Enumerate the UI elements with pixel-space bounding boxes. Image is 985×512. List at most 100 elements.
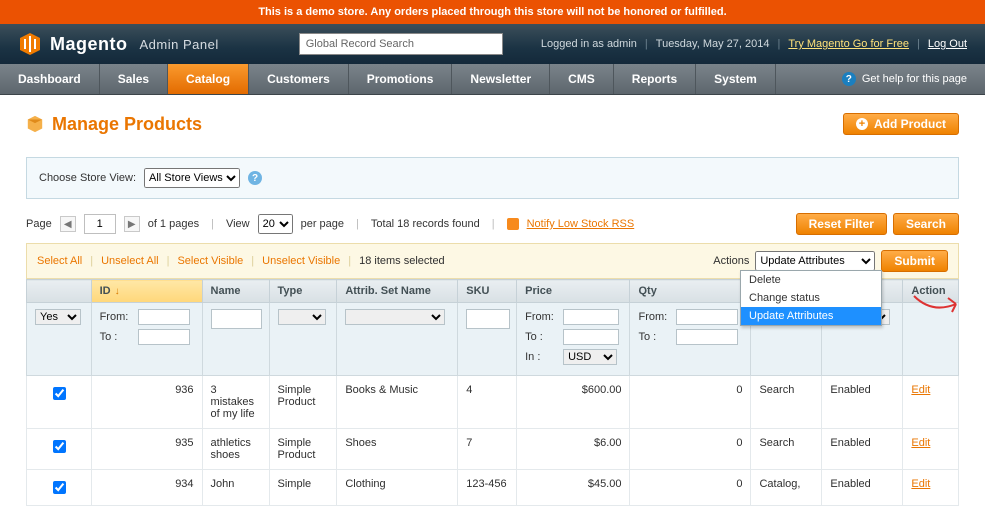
filter-currency[interactable]: USD xyxy=(563,349,617,365)
to-label: To : xyxy=(638,331,676,343)
filter-id-to[interactable] xyxy=(138,329,190,345)
nav-promotions[interactable]: Promotions xyxy=(349,64,453,94)
select-visible-link[interactable]: Select Visible xyxy=(177,255,243,267)
nav-dashboard[interactable]: Dashboard xyxy=(0,64,100,94)
filter-attrib-set[interactable] xyxy=(345,309,445,325)
actions-select[interactable]: Update Attributes xyxy=(755,251,875,271)
cell-id: 934 xyxy=(91,470,202,506)
per-page-select[interactable]: 20 xyxy=(258,214,293,234)
cell-qty: 0 xyxy=(630,429,751,470)
filter-sku[interactable] xyxy=(466,309,510,329)
selection-bar: Select All| Unselect All| Select Visible… xyxy=(26,243,959,279)
store-view-bar: Choose Store View: All Store Views ? xyxy=(26,157,959,199)
action-option-delete[interactable]: Delete xyxy=(741,271,881,289)
callout-arrow-icon xyxy=(912,294,962,322)
add-product-label: Add Product xyxy=(874,117,946,131)
low-stock-rss-link[interactable]: Notify Low Stock RSS xyxy=(527,218,635,230)
col-sku[interactable]: SKU xyxy=(458,280,517,303)
in-label: In : xyxy=(525,351,563,363)
magento-logo-icon xyxy=(18,32,42,56)
plus-icon: + xyxy=(856,118,868,130)
prev-page-button[interactable]: ◀ xyxy=(60,216,76,232)
try-magento-link[interactable]: Try Magento Go for Free xyxy=(788,38,909,50)
logo[interactable]: Magento Admin Panel xyxy=(18,32,219,56)
add-product-button[interactable]: + Add Product xyxy=(843,113,959,135)
filter-id-from[interactable] xyxy=(138,309,190,325)
filter-price-to[interactable] xyxy=(563,329,619,345)
cell-sku: 4 xyxy=(458,376,517,429)
filter-qty-from[interactable] xyxy=(676,309,738,325)
demo-notice: This is a demo store. Any orders placed … xyxy=(0,0,985,24)
nav-reports[interactable]: Reports xyxy=(614,64,696,94)
col-attrib-set[interactable]: Attrib. Set Name xyxy=(337,280,458,303)
store-view-select[interactable]: All Store Views xyxy=(144,168,240,188)
cube-icon xyxy=(26,115,44,133)
cell-qty: 0 xyxy=(630,376,751,429)
edit-link[interactable]: Edit xyxy=(911,384,930,396)
unselect-all-link[interactable]: Unselect All xyxy=(101,255,158,267)
reset-filter-button[interactable]: Reset Filter xyxy=(796,213,887,235)
submit-button[interactable]: Submit xyxy=(881,250,948,272)
to-label: To : xyxy=(525,331,563,343)
cell-type: Simple Product xyxy=(269,376,337,429)
total-records: Total 18 records found xyxy=(371,218,480,230)
header-date: Tuesday, May 27, 2014 xyxy=(656,38,770,50)
table-row[interactable]: 934 John Simple Clothing 123-456 $45.00 … xyxy=(27,470,959,506)
nav-newsletter[interactable]: Newsletter xyxy=(452,64,550,94)
cell-vis: Catalog, xyxy=(751,470,822,506)
row-checkbox[interactable] xyxy=(53,387,66,400)
pager-bar: Page ◀ ▶ of 1 pages | View 20 per page |… xyxy=(26,213,959,235)
cell-aset: Clothing xyxy=(337,470,458,506)
nav-cms[interactable]: CMS xyxy=(550,64,614,94)
cell-price: $600.00 xyxy=(517,376,630,429)
col-name[interactable]: Name xyxy=(202,280,269,303)
logout-link[interactable]: Log Out xyxy=(928,38,967,50)
cell-aset: Books & Music xyxy=(337,376,458,429)
col-id[interactable]: ID↓ xyxy=(91,280,202,303)
action-option-change-status[interactable]: Change status xyxy=(741,289,881,307)
items-selected-count: 18 items selected xyxy=(359,255,445,267)
page-label: Page xyxy=(26,218,52,230)
col-type[interactable]: Type xyxy=(269,280,337,303)
unselect-visible-link[interactable]: Unselect Visible xyxy=(262,255,340,267)
filter-price-from[interactable] xyxy=(563,309,619,325)
filter-massaction[interactable]: Yes xyxy=(35,309,81,325)
search-button[interactable]: Search xyxy=(893,213,959,235)
view-label: View xyxy=(226,218,250,230)
select-all-link[interactable]: Select All xyxy=(37,255,82,267)
filter-qty-to[interactable] xyxy=(676,329,738,345)
nav-system[interactable]: System xyxy=(696,64,776,94)
action-option-update-attributes[interactable]: Update Attributes xyxy=(741,307,881,325)
next-page-button[interactable]: ▶ xyxy=(124,216,140,232)
main-nav: Dashboard Sales Catalog Customers Promot… xyxy=(0,64,985,95)
page-input[interactable] xyxy=(84,214,116,234)
cell-sku: 123-456 xyxy=(458,470,517,506)
per-page-suffix: per page xyxy=(301,218,344,230)
table-row[interactable]: 936 3 mistakes of my life Simple Product… xyxy=(27,376,959,429)
edit-link[interactable]: Edit xyxy=(911,478,930,490)
from-label: From: xyxy=(638,311,676,323)
nav-sales[interactable]: Sales xyxy=(100,64,168,94)
row-checkbox[interactable] xyxy=(53,440,66,453)
filter-name[interactable] xyxy=(211,309,262,329)
cell-status: Enabled xyxy=(822,470,903,506)
col-price[interactable]: Price xyxy=(517,280,630,303)
col-qty[interactable]: Qty xyxy=(630,280,751,303)
filter-type[interactable] xyxy=(278,309,326,325)
nav-customers[interactable]: Customers xyxy=(249,64,349,94)
edit-link[interactable]: Edit xyxy=(911,437,930,449)
cell-name: 3 mistakes of my life xyxy=(202,376,269,429)
from-label: From: xyxy=(100,311,138,323)
nav-catalog[interactable]: Catalog xyxy=(168,64,249,94)
logged-in-text: Logged in as admin xyxy=(541,38,637,50)
help-tooltip-icon[interactable]: ? xyxy=(248,171,262,185)
cell-aset: Shoes xyxy=(337,429,458,470)
row-checkbox[interactable] xyxy=(53,481,66,494)
page-title: Manage Products xyxy=(26,114,202,135)
cell-id: 935 xyxy=(91,429,202,470)
help-link[interactable]: ? Get help for this page xyxy=(842,64,985,94)
table-row[interactable]: 935 athletics shoes Simple Product Shoes… xyxy=(27,429,959,470)
global-search-input[interactable] xyxy=(299,33,503,55)
cell-type: Simple Product xyxy=(269,429,337,470)
from-label: From: xyxy=(525,311,563,323)
